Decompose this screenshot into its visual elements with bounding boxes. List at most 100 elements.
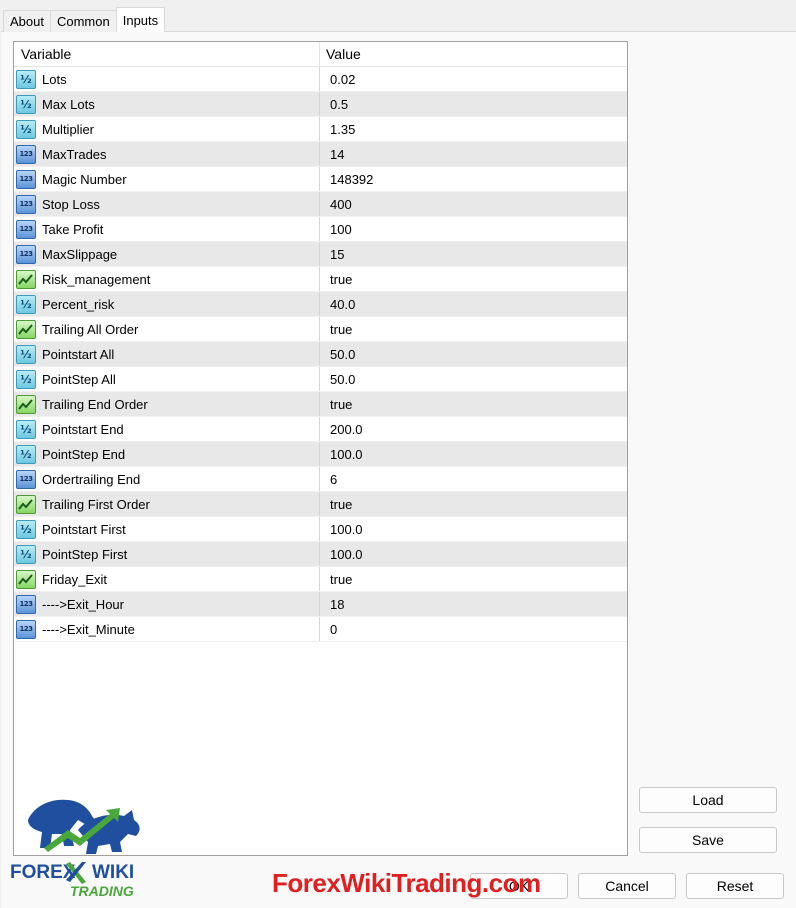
table-row[interactable]: Trailing End Order true <box>14 392 627 417</box>
table-row[interactable]: ½ Pointstart First 100.0 <box>14 517 627 542</box>
bool-icon <box>16 319 36 339</box>
double-icon: ½ <box>16 94 36 114</box>
value-cell[interactable]: 15 <box>320 242 627 266</box>
bull-bear-logo-icon: FOREX WIKI TRADING <box>10 799 140 899</box>
table-row[interactable]: ½ PointStep End 100.0 <box>14 442 627 467</box>
value-cell[interactable]: 6 <box>320 467 627 491</box>
variable-name: PointStep All <box>42 371 116 387</box>
table-row[interactable]: 123 MaxSlippage 15 <box>14 242 627 267</box>
variable-cell: 123 Magic Number <box>14 167 320 191</box>
int-icon: 123 <box>16 244 36 264</box>
value-cell[interactable]: 18 <box>320 592 627 616</box>
value-cell[interactable]: 100.0 <box>320 517 627 541</box>
variable-cell: Risk_management <box>14 267 320 291</box>
save-button[interactable]: Save <box>639 827 777 853</box>
variable-cell: ½ Lots <box>14 67 320 91</box>
table-row[interactable]: Risk_management true <box>14 267 627 292</box>
value-cell[interactable]: 400 <box>320 192 627 216</box>
value-cell[interactable]: 1.35 <box>320 117 627 141</box>
variable-cell: ½ PointStep First <box>14 542 320 566</box>
value-cell[interactable]: 14 <box>320 142 627 166</box>
table-row[interactable]: Trailing All Order true <box>14 317 627 342</box>
variable-cell: 123 MaxSlippage <box>14 242 320 266</box>
table-row[interactable]: 123 ---->Exit_Minute 0 <box>14 617 627 642</box>
table-row[interactable]: ½ Pointstart All 50.0 <box>14 342 627 367</box>
grid-header: Variable Value <box>14 42 627 67</box>
double-icon: ½ <box>16 119 36 139</box>
column-header-value[interactable]: Value <box>320 42 627 66</box>
column-header-variable[interactable]: Variable <box>14 42 320 66</box>
cancel-button[interactable]: Cancel <box>578 873 676 899</box>
forexwiki-logo: FOREX WIKI TRADING <box>8 790 158 900</box>
int-icon: 123 <box>16 194 36 214</box>
value-cell[interactable]: 200.0 <box>320 417 627 441</box>
logo-text-wiki: WIKI <box>92 862 134 883</box>
value-cell[interactable]: 100.0 <box>320 442 627 466</box>
table-row[interactable]: ½ PointStep First 100.0 <box>14 542 627 567</box>
table-row[interactable]: 123 Take Profit 100 <box>14 217 627 242</box>
variable-name: Lots <box>42 71 67 87</box>
value-cell[interactable]: true <box>320 492 627 516</box>
variable-cell: Trailing End Order <box>14 392 320 416</box>
value-cell[interactable]: true <box>320 267 627 291</box>
variable-name: ---->Exit_Minute <box>42 621 135 637</box>
variable-name: MaxTrades <box>42 146 107 162</box>
double-icon: ½ <box>16 344 36 364</box>
table-row[interactable]: ½ Pointstart End 200.0 <box>14 417 627 442</box>
grid-rows: ½ Lots 0.02 ½ Max Lots 0.5 ½ Multiplier 1.35 123 M… <box>14 67 627 642</box>
tab-common[interactable]: Common <box>49 10 117 32</box>
value-cell[interactable]: 50.0 <box>320 342 627 366</box>
int-icon: 123 <box>16 169 36 189</box>
variable-name: PointStep First <box>42 546 128 562</box>
table-row[interactable]: 123 Ordertrailing End 6 <box>14 467 627 492</box>
double-icon: ½ <box>16 544 36 564</box>
table-row[interactable]: 123 MaxTrades 14 <box>14 142 627 167</box>
variable-cell: ½ Multiplier <box>14 117 320 141</box>
table-row[interactable]: 123 Stop Loss 400 <box>14 192 627 217</box>
variable-cell: Trailing First Order <box>14 492 320 516</box>
variable-name: Multiplier <box>42 121 95 137</box>
value-cell[interactable]: 0 <box>320 617 627 641</box>
variable-name: Ordertrailing End <box>42 471 141 487</box>
logo-text-trading: TRADING <box>70 883 134 899</box>
variable-name: Risk_management <box>42 271 151 287</box>
variable-cell: ½ Percent_risk <box>14 292 320 316</box>
variable-name: Max Lots <box>42 96 95 112</box>
double-icon: ½ <box>16 519 36 539</box>
value-cell[interactable]: true <box>320 567 627 591</box>
variable-name: ---->Exit_Hour <box>42 596 124 612</box>
value-cell[interactable]: 100.0 <box>320 542 627 566</box>
table-row[interactable]: ½ Multiplier 1.35 <box>14 117 627 142</box>
variable-cell: 123 MaxTrades <box>14 142 320 166</box>
table-row[interactable]: 123 ---->Exit_Hour 18 <box>14 592 627 617</box>
reset-button[interactable]: Reset <box>686 873 784 899</box>
variable-cell: Friday_Exit <box>14 567 320 591</box>
variable-name: PointStep End <box>42 446 126 462</box>
tab-about[interactable]: About <box>3 10 51 32</box>
table-row[interactable]: 123 Magic Number 148392 <box>14 167 627 192</box>
double-icon: ½ <box>16 69 36 89</box>
variable-cell: ½ PointStep All <box>14 367 320 391</box>
value-cell[interactable]: 40.0 <box>320 292 627 316</box>
variable-name: Percent_risk <box>42 296 115 312</box>
table-row[interactable]: ½ Max Lots 0.5 <box>14 92 627 117</box>
value-cell[interactable]: 0.02 <box>320 67 627 91</box>
value-cell[interactable]: true <box>320 317 627 341</box>
variable-name: Trailing First Order <box>42 496 150 512</box>
value-cell[interactable]: 50.0 <box>320 367 627 391</box>
int-icon: 123 <box>16 219 36 239</box>
table-row[interactable]: ½ Lots 0.02 <box>14 67 627 92</box>
value-cell[interactable]: 100 <box>320 217 627 241</box>
tab-inputs[interactable]: Inputs <box>115 7 166 32</box>
value-cell[interactable]: 148392 <box>320 167 627 191</box>
table-row[interactable]: Friday_Exit true <box>14 567 627 592</box>
table-row[interactable]: ½ PointStep All 50.0 <box>14 367 627 392</box>
table-row[interactable]: ½ Percent_risk 40.0 <box>14 292 627 317</box>
load-button[interactable]: Load <box>639 787 777 813</box>
double-icon: ½ <box>16 294 36 314</box>
value-cell[interactable]: true <box>320 392 627 416</box>
value-cell[interactable]: 0.5 <box>320 92 627 116</box>
variable-name: Take Profit <box>42 221 104 237</box>
table-row[interactable]: Trailing First Order true <box>14 492 627 517</box>
int-icon: 123 <box>16 619 36 639</box>
